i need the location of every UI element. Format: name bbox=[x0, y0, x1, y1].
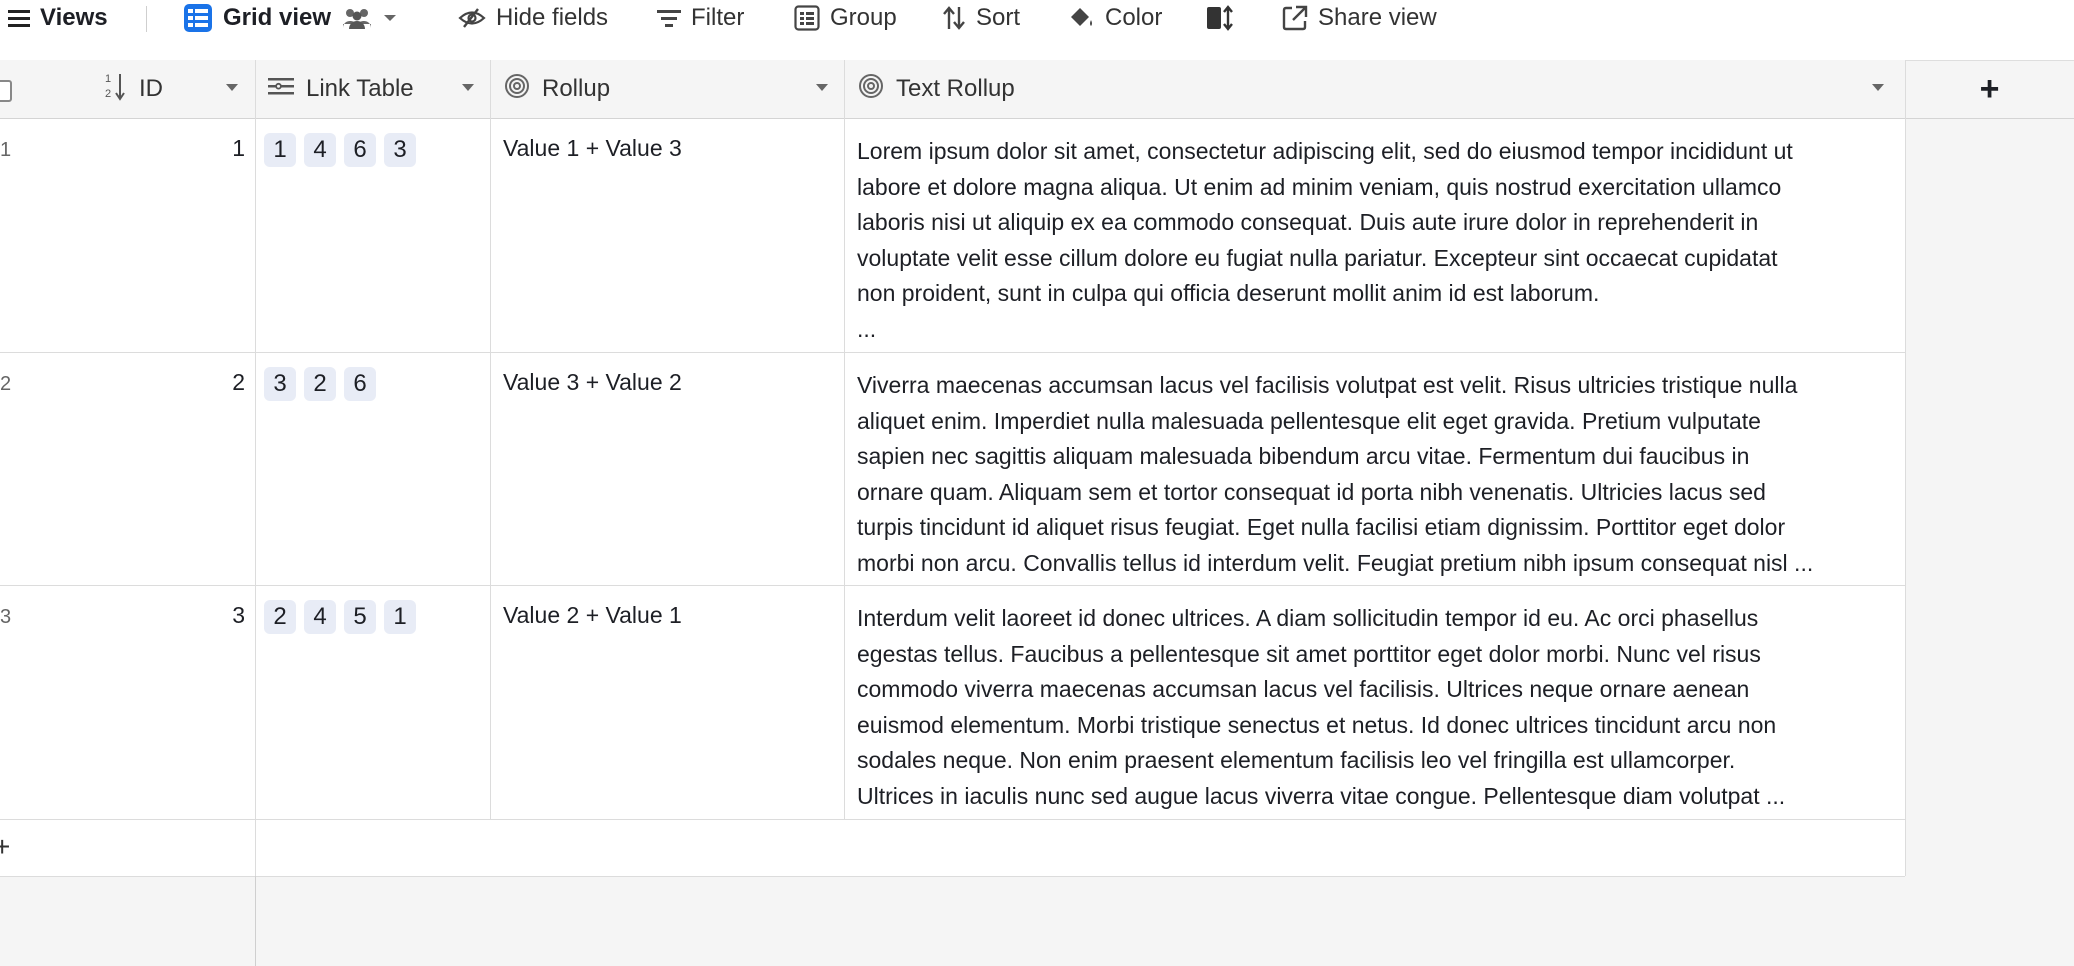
column-header-row: 12 ID Link Table Rollup Text Rollup bbox=[0, 60, 1905, 119]
text-rollup-value: Viverra maecenas accumsan lacus vel faci… bbox=[857, 372, 1814, 576]
linked-record-chip[interactable]: 4 bbox=[304, 133, 336, 167]
column-header-link-table[interactable]: Link Table bbox=[268, 60, 414, 118]
linked-record-chip[interactable]: 2 bbox=[304, 367, 336, 401]
color-label: Color bbox=[1105, 4, 1163, 31]
color-button[interactable]: Color bbox=[1067, 0, 1162, 36]
column-divider bbox=[844, 60, 845, 819]
row-number: 1 bbox=[0, 139, 12, 161]
chevron-down-icon[interactable] bbox=[383, 13, 397, 23]
chevron-down-icon[interactable] bbox=[226, 84, 238, 91]
column-divider bbox=[490, 60, 491, 819]
paint-bucket-icon bbox=[1067, 5, 1095, 31]
column-label: Rollup bbox=[542, 75, 611, 102]
spiral-icon bbox=[504, 73, 530, 106]
column-divider bbox=[1905, 60, 1906, 876]
svg-text:1: 1 bbox=[105, 73, 111, 85]
grid-view-button[interactable]: Grid view bbox=[183, 0, 397, 36]
collaborators-icon bbox=[341, 6, 373, 30]
row-number: 2 bbox=[0, 373, 12, 395]
hide-fields-label: Hide fields bbox=[496, 4, 609, 31]
linked-record-chip[interactable]: 5 bbox=[344, 600, 376, 634]
id-cell[interactable]: 2 bbox=[175, 369, 245, 396]
linked-record-chip[interactable]: 1 bbox=[264, 133, 296, 167]
grid-view-label: Grid view bbox=[223, 4, 332, 31]
column-label: Link Table bbox=[306, 75, 414, 102]
number-sort-icon: 12 bbox=[105, 71, 127, 108]
row-height-button[interactable] bbox=[1206, 0, 1234, 36]
add-record-row[interactable]: + bbox=[0, 820, 1905, 877]
id-cell[interactable]: 1 bbox=[175, 135, 245, 162]
hide-fields-button[interactable]: Hide fields bbox=[458, 0, 608, 36]
toolbar-divider bbox=[146, 6, 147, 32]
link-cell[interactable]: 3 2 6 bbox=[264, 367, 376, 401]
linked-record-chip[interactable]: 6 bbox=[344, 133, 376, 167]
filter-button[interactable]: Filter bbox=[657, 0, 744, 36]
filter-label: Filter bbox=[691, 4, 745, 31]
sort-label: Sort bbox=[976, 4, 1021, 31]
sort-icon bbox=[942, 5, 966, 31]
share-icon bbox=[1282, 5, 1308, 31]
text-rollup-cell[interactable]: Interdum velit laoreet id donec ultrices… bbox=[857, 601, 1897, 814]
grid-icon bbox=[183, 3, 213, 33]
menu-icon bbox=[8, 8, 30, 28]
table-row[interactable]: 3 3 2 4 5 1 Value 2 + Value 1 Interdum v… bbox=[0, 586, 1905, 820]
linked-record-chip[interactable]: 3 bbox=[384, 133, 416, 167]
chevron-down-icon[interactable] bbox=[816, 84, 828, 91]
group-label: Group bbox=[830, 4, 897, 31]
text-rollup-cell[interactable]: Lorem ipsum dolor sit amet, consectetur … bbox=[857, 134, 1897, 347]
linked-record-chip[interactable]: 4 bbox=[304, 600, 336, 634]
views-button[interactable]: Views bbox=[8, 0, 108, 36]
column-divider bbox=[255, 60, 256, 876]
add-field-button[interactable]: + bbox=[1905, 60, 2074, 119]
share-view-label: Share view bbox=[1318, 4, 1437, 31]
frozen-column-divider bbox=[255, 876, 256, 966]
row-height-icon bbox=[1206, 5, 1234, 31]
column-label: ID bbox=[139, 75, 163, 102]
linked-record-chip[interactable]: 6 bbox=[344, 367, 376, 401]
svg-text:2: 2 bbox=[105, 88, 111, 100]
table-row[interactable]: 2 2 3 2 6 Value 3 + Value 2 Viverra maec… bbox=[0, 353, 1905, 586]
eye-slash-icon bbox=[458, 7, 486, 29]
text-rollup-cell[interactable]: Viverra maecenas accumsan lacus vel faci… bbox=[857, 368, 1897, 581]
column-header-id[interactable]: 12 ID bbox=[105, 60, 163, 118]
linked-record-chip[interactable]: 3 bbox=[264, 367, 296, 401]
group-button[interactable]: Group bbox=[794, 0, 897, 36]
select-all-checkbox[interactable] bbox=[0, 80, 12, 102]
view-toolbar: Views Grid view Hide fields Filter Group bbox=[0, 0, 2074, 61]
add-record-button[interactable]: + bbox=[0, 831, 10, 863]
linked-record-chip[interactable]: 1 bbox=[384, 600, 416, 634]
share-view-button[interactable]: Share view bbox=[1282, 0, 1437, 36]
linked-record-chip[interactable]: 2 bbox=[264, 600, 296, 634]
chevron-down-icon[interactable] bbox=[462, 84, 474, 91]
link-cell[interactable]: 2 4 5 1 bbox=[264, 600, 416, 634]
rollup-cell[interactable]: Value 3 + Value 2 bbox=[503, 369, 682, 396]
id-cell[interactable]: 3 bbox=[175, 602, 245, 629]
spiral-icon bbox=[858, 73, 884, 106]
table-row[interactable]: 1 1 1 4 6 3 Value 1 + Value 3 Lorem ipsu… bbox=[0, 119, 1905, 353]
column-header-text-rollup[interactable]: Text Rollup bbox=[858, 60, 1015, 118]
chevron-down-icon[interactable] bbox=[1872, 84, 1884, 91]
rollup-cell[interactable]: Value 2 + Value 1 bbox=[503, 602, 682, 629]
link-cell[interactable]: 1 4 6 3 bbox=[264, 133, 416, 167]
group-icon bbox=[794, 5, 820, 31]
views-label: Views bbox=[40, 4, 108, 31]
row-number: 3 bbox=[0, 606, 12, 628]
link-lines-icon bbox=[268, 75, 294, 104]
column-label: Text Rollup bbox=[896, 75, 1015, 102]
sort-button[interactable]: Sort bbox=[942, 0, 1020, 36]
rollup-cell[interactable]: Value 1 + Value 3 bbox=[503, 135, 682, 162]
text-rollup-value: Lorem ipsum dolor sit amet, consectetur … bbox=[857, 138, 1793, 342]
column-header-rollup[interactable]: Rollup bbox=[504, 60, 610, 118]
filter-icon bbox=[657, 8, 681, 28]
text-rollup-value: Interdum velit laoreet id donec ultrices… bbox=[857, 605, 1786, 809]
